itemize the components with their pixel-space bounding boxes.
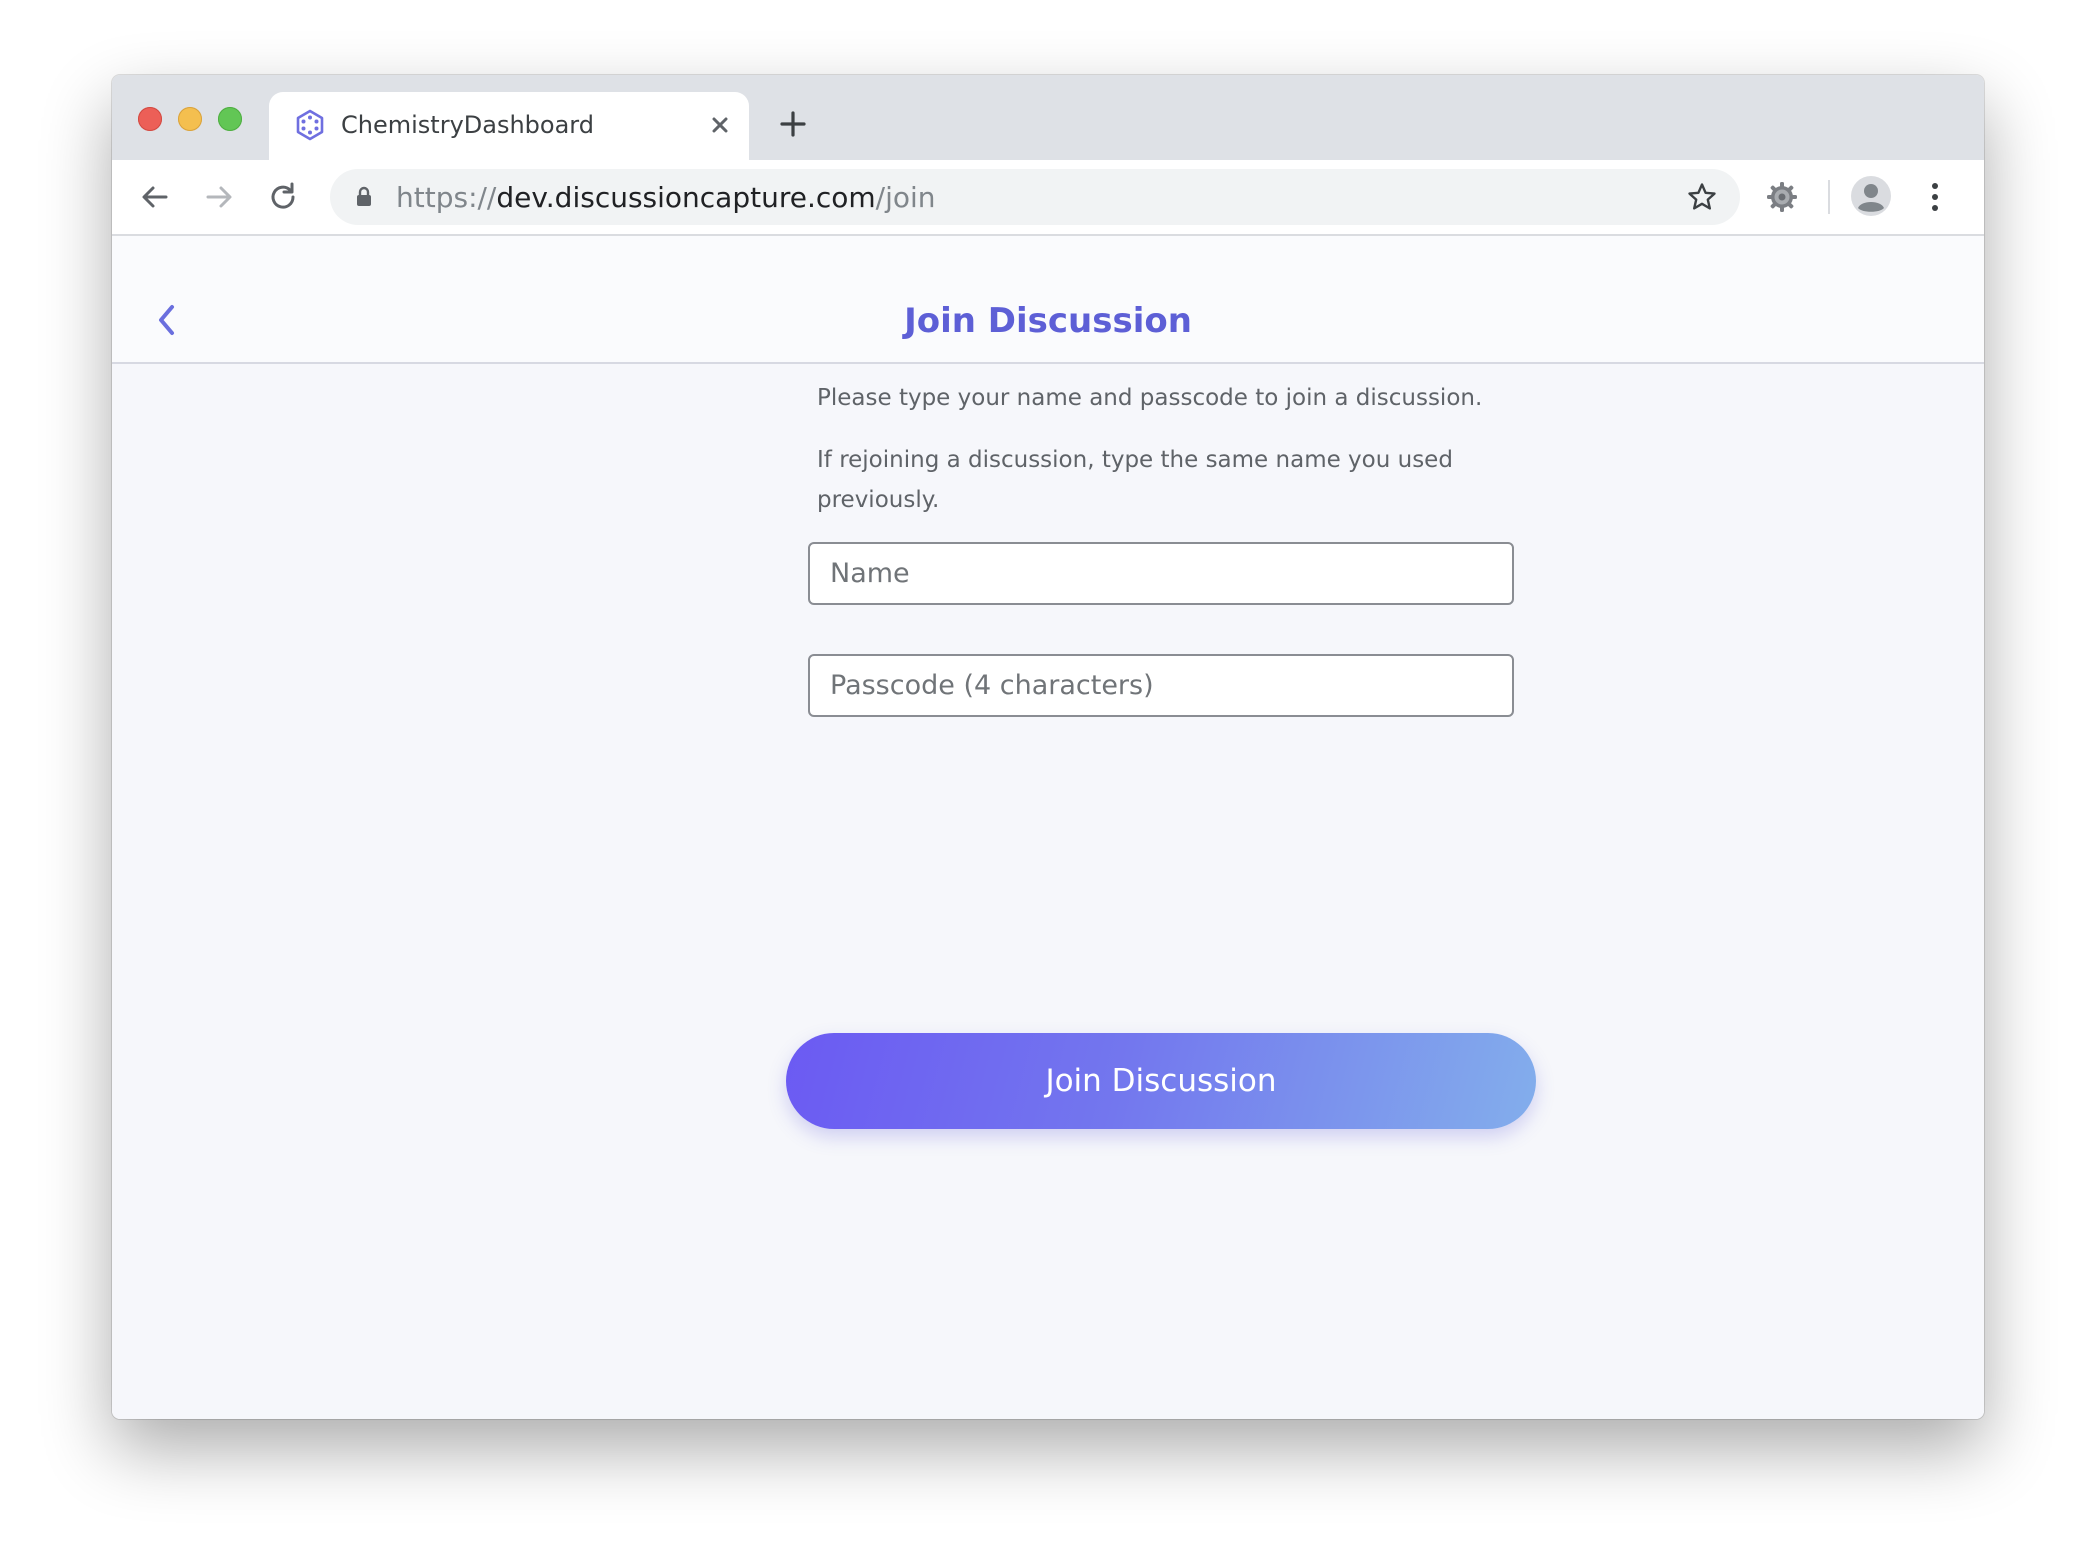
back-arrow-icon[interactable] xyxy=(138,180,172,214)
star-icon[interactable] xyxy=(1686,181,1718,213)
rejoin-instruction-text: If rejoining a discussion, type the same… xyxy=(817,447,1453,513)
url-host: dev.discussioncapture.com xyxy=(496,181,876,214)
minimize-window-button[interactable] xyxy=(178,107,202,131)
passcode-input[interactable] xyxy=(808,654,1514,717)
join-discussion-button[interactable]: Join Discussion xyxy=(786,1033,1536,1129)
close-window-button[interactable] xyxy=(138,107,162,131)
name-input[interactable] xyxy=(808,542,1514,605)
plus-icon[interactable] xyxy=(776,107,810,141)
page-header: Join Discussion xyxy=(112,236,1984,364)
url-path: /join xyxy=(875,181,936,214)
reload-icon[interactable] xyxy=(266,180,300,214)
join-form: Please type your name and passcode to jo… xyxy=(807,378,1527,717)
hexagon-molecule-icon xyxy=(296,109,324,141)
maximize-window-button[interactable] xyxy=(218,107,242,131)
browser-toolbar: https://dev.discussioncapture.com/join xyxy=(112,160,1984,236)
forward-arrow-icon[interactable] xyxy=(202,180,236,214)
kebab-menu-icon[interactable] xyxy=(1920,180,1950,214)
gear-icon[interactable] xyxy=(1764,179,1800,215)
instruction-text: Please type your name and passcode to jo… xyxy=(817,385,1483,411)
address-bar[interactable]: https://dev.discussioncapture.com/join xyxy=(330,169,1740,225)
browser-window: ChemistryDashboard https://dev.discussio… xyxy=(112,75,1984,1419)
page-title: Join Discussion xyxy=(904,301,1192,341)
browser-tab[interactable]: ChemistryDashboard xyxy=(269,92,749,160)
avatar-icon[interactable] xyxy=(1850,175,1892,217)
lock-icon xyxy=(357,186,371,206)
tab-strip: ChemistryDashboard xyxy=(112,75,1984,160)
tab-title: ChemistryDashboard xyxy=(341,111,594,139)
close-icon[interactable] xyxy=(705,110,735,140)
url-text: https://dev.discussioncapture.com/join xyxy=(396,181,936,214)
url-scheme: https:// xyxy=(396,181,497,214)
page-content: Join Discussion Please type your name an… xyxy=(112,236,1984,1419)
toolbar-divider xyxy=(1828,180,1830,214)
